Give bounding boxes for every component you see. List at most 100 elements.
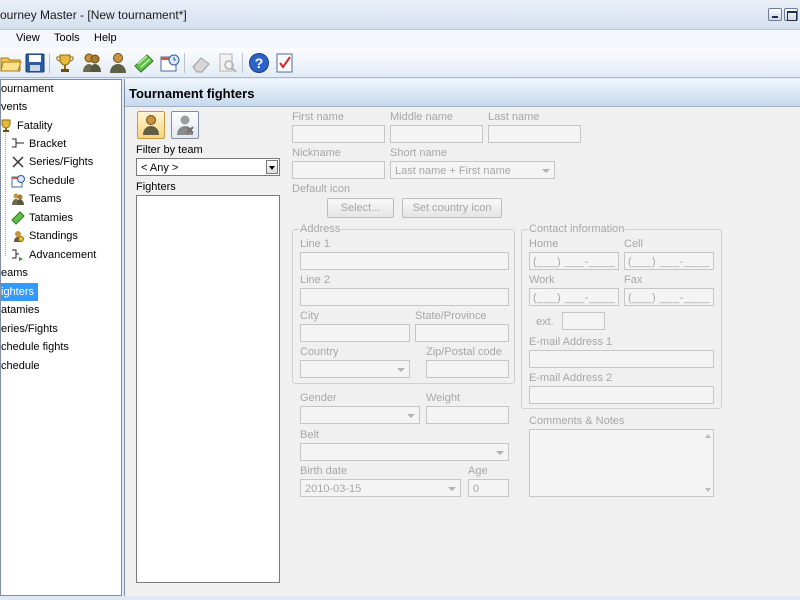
city-label: City bbox=[300, 310, 319, 322]
tatami-icon[interactable] bbox=[133, 52, 155, 74]
birth-date-picker[interactable]: 2010-03-15 bbox=[300, 479, 461, 497]
help-icon[interactable]: ? bbox=[248, 52, 270, 74]
tree-item-tatamies-root[interactable]: atamies bbox=[1, 301, 40, 319]
tree-item-fatality[interactable]: Fatality bbox=[1, 117, 52, 135]
last-name-label: Last name bbox=[488, 111, 540, 123]
tree-item-tatamies[interactable]: Tatamies bbox=[11, 209, 73, 227]
title-bar: ourney Master - [New tournament*] bbox=[0, 0, 800, 30]
tree-item-label: Schedule bbox=[29, 175, 75, 187]
advancement-icon bbox=[11, 248, 25, 262]
tree-item-schedule-fights[interactable]: chedule fights bbox=[1, 338, 69, 356]
maximize-button[interactable] bbox=[784, 8, 798, 21]
gender-label: Gender bbox=[300, 392, 337, 404]
tree-item-label: Teams bbox=[29, 193, 62, 205]
email1-field[interactable] bbox=[529, 350, 714, 368]
trophy-icon[interactable] bbox=[54, 52, 76, 74]
short-name-select[interactable]: Last name + First name bbox=[390, 161, 555, 179]
comments-scrollbar[interactable] bbox=[703, 430, 713, 496]
weight-label: Weight bbox=[426, 392, 461, 404]
country-label: Country bbox=[300, 346, 339, 358]
home-phone-field[interactable]: (___) ___-____ bbox=[529, 252, 619, 270]
schedule-icon[interactable] bbox=[159, 52, 181, 74]
menu-view[interactable]: View bbox=[16, 32, 40, 44]
fax-mask: (___) ___-____ bbox=[628, 292, 711, 304]
city-field[interactable] bbox=[300, 324, 410, 342]
menu-help[interactable]: Help bbox=[94, 32, 117, 44]
select-icon-button[interactable]: Select... bbox=[327, 198, 394, 218]
print-preview-icon[interactable] bbox=[216, 52, 238, 74]
open-folder-icon[interactable] bbox=[0, 52, 22, 74]
fighters-list[interactable] bbox=[136, 195, 280, 583]
chevron-down-icon[interactable] bbox=[266, 160, 278, 174]
address-group-title: Address bbox=[299, 223, 342, 235]
work-phone-mask: (___) ___-____ bbox=[533, 292, 616, 304]
tree-item-label: atamies bbox=[1, 304, 40, 316]
tree-item-schedule-root[interactable]: chedule bbox=[1, 357, 40, 375]
team-filter-select[interactable]: < Any > bbox=[136, 158, 280, 176]
tree-item-fighters[interactable]: ighters bbox=[1, 283, 39, 301]
content-area: Tournament fighters Filter by team < Any… bbox=[124, 79, 800, 596]
bracket-icon bbox=[11, 137, 25, 151]
weight-field[interactable] bbox=[426, 406, 509, 424]
first-name-label: First name bbox=[292, 111, 344, 123]
gender-select[interactable] bbox=[300, 406, 420, 424]
zip-field[interactable] bbox=[426, 360, 509, 378]
tree-item-events[interactable]: vents bbox=[1, 98, 27, 116]
minimize-button[interactable] bbox=[768, 8, 782, 21]
tree-item-teams-root[interactable]: eams bbox=[1, 264, 28, 282]
comments-label: Comments & Notes bbox=[529, 415, 625, 427]
work-phone-field[interactable]: (___) ___-____ bbox=[529, 288, 619, 306]
fighters-view-button[interactable] bbox=[137, 111, 165, 139]
tree-item-bracket[interactable]: Bracket bbox=[11, 135, 66, 153]
tree-item-label: ighters bbox=[1, 286, 35, 298]
fighters-label: Fighters bbox=[136, 181, 176, 193]
country-select[interactable] bbox=[300, 360, 410, 378]
medal-icon bbox=[11, 229, 25, 243]
trophy-icon bbox=[1, 119, 13, 133]
address-line1-field[interactable] bbox=[300, 252, 509, 270]
age-label: Age bbox=[468, 465, 488, 477]
tree-item-label: Advancement bbox=[29, 249, 97, 261]
belt-select[interactable] bbox=[300, 443, 509, 461]
tree-item-tournament[interactable]: ournament bbox=[1, 80, 54, 98]
short-name-label: Short name bbox=[390, 147, 447, 159]
first-name-field[interactable] bbox=[292, 125, 385, 143]
address-line2-field[interactable] bbox=[300, 288, 509, 306]
fax-field[interactable]: (___) ___-____ bbox=[624, 288, 714, 306]
checklist-icon[interactable] bbox=[274, 52, 296, 74]
nickname-field[interactable] bbox=[292, 161, 385, 179]
state-field[interactable] bbox=[415, 324, 509, 342]
fighter-details-form: First name Middle name Last name Nicknam… bbox=[285, 107, 800, 596]
email2-field[interactable] bbox=[529, 386, 714, 404]
cell-phone-label: Cell bbox=[624, 238, 643, 250]
scroll-down-icon bbox=[705, 488, 711, 492]
set-country-icon-button[interactable]: Set country icon bbox=[402, 198, 502, 218]
tree-item-label: chedule fights bbox=[1, 341, 69, 353]
fighter-icon[interactable] bbox=[107, 52, 129, 74]
tree-item-label: eams bbox=[1, 267, 28, 279]
menu-tools[interactable]: Tools bbox=[54, 32, 80, 44]
tree-item-schedule[interactable]: Schedule bbox=[11, 172, 75, 190]
cell-phone-field[interactable]: (___) ___-____ bbox=[624, 252, 714, 270]
eraser-icon[interactable] bbox=[190, 52, 212, 74]
zip-label: Zip/Postal code bbox=[426, 346, 502, 358]
fighters-icon[interactable] bbox=[81, 52, 103, 74]
tree-item-teams[interactable]: Teams bbox=[11, 190, 61, 208]
ext-field[interactable] bbox=[562, 312, 605, 330]
age-field[interactable]: 0 bbox=[468, 479, 509, 497]
tree-item-label: Series/Fights bbox=[29, 156, 94, 168]
tree-item-series-fights-root[interactable]: eries/Fights bbox=[1, 320, 58, 338]
navigation-tree: ournament vents Fatality Bracket Series/… bbox=[0, 79, 122, 596]
tree-item-advancement[interactable]: Advancement bbox=[11, 246, 96, 264]
last-name-field[interactable] bbox=[488, 125, 581, 143]
home-phone-mask: (___) ___-____ bbox=[533, 256, 616, 268]
comments-field[interactable] bbox=[529, 429, 714, 497]
middle-name-field[interactable] bbox=[390, 125, 483, 143]
tree-item-label: Standings bbox=[29, 230, 78, 242]
remove-fighter-button[interactable] bbox=[171, 111, 199, 139]
tree-item-series-fights[interactable]: Series/Fights bbox=[11, 153, 93, 171]
save-disk-icon[interactable] bbox=[24, 52, 46, 74]
age-value: 0 bbox=[473, 483, 480, 495]
tree-item-standings[interactable]: Standings bbox=[11, 227, 78, 245]
chevron-down-icon bbox=[448, 487, 456, 491]
